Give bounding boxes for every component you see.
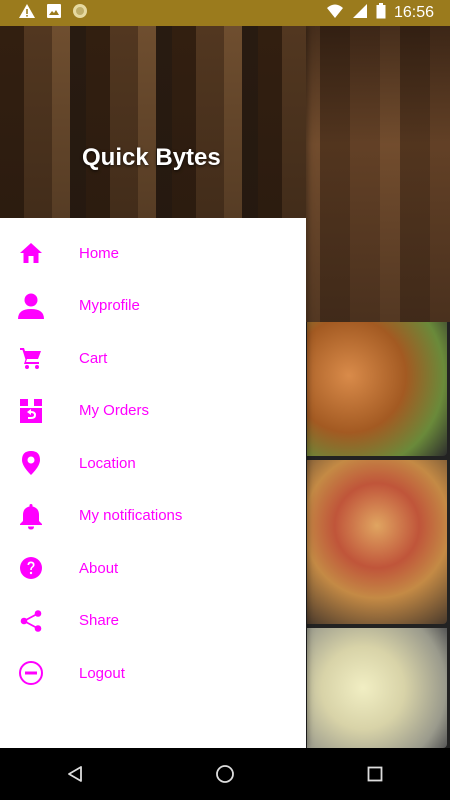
recents-icon[interactable] [355, 754, 395, 794]
clock: 16:56 [393, 4, 434, 21]
menu-item-logout[interactable]: Logout [0, 647, 306, 700]
menu-item-label: My notifications [79, 507, 183, 525]
menu-item-my-notifications[interactable]: My notifications [0, 490, 306, 543]
menu-item-label: Logout [79, 664, 125, 682]
logout-icon [16, 658, 46, 688]
menu-item-myprofile[interactable]: Myprofile [0, 280, 306, 333]
bell-icon [16, 501, 46, 531]
menu-item-cart[interactable]: Cart [0, 332, 306, 385]
menu-item-label: About [79, 559, 119, 577]
cart-icon [16, 343, 46, 373]
menu-item-my-orders[interactable]: My Orders [0, 385, 306, 438]
signal-icon [352, 3, 368, 24]
home-circle-icon[interactable] [205, 754, 245, 794]
status-bar: 16:56 [0, 0, 450, 26]
person-icon [16, 291, 46, 321]
record-icon [72, 3, 88, 24]
drawer-header: Quick Bytes [0, 26, 306, 218]
app-title: Quick Bytes [82, 144, 221, 171]
orders-icon [16, 396, 46, 426]
navigation-drawer: Quick Bytes Home Myprofile Cart My Order… [0, 26, 306, 748]
menu-item-label: Location [79, 454, 136, 472]
system-nav-bar [0, 748, 450, 800]
share-icon [16, 606, 46, 636]
menu-item-label: Home [79, 244, 120, 262]
drawer-menu: Home Myprofile Cart My Orders Location M… [0, 218, 306, 700]
wifi-icon [326, 3, 344, 24]
menu-item-label: My Orders [79, 402, 150, 420]
menu-item-home[interactable]: Home [0, 227, 306, 280]
food-tile[interactable] [307, 460, 447, 624]
location-pin-icon [16, 448, 46, 478]
menu-item-about[interactable]: About [0, 542, 306, 595]
menu-item-label: Share [79, 612, 120, 630]
warning-icon [18, 3, 36, 24]
home-icon [16, 238, 46, 268]
food-tile[interactable] [307, 628, 447, 748]
menu-item-label: Cart [79, 349, 108, 367]
battery-icon [376, 2, 386, 24]
food-tile[interactable] [307, 322, 447, 456]
help-icon [16, 553, 46, 583]
back-icon[interactable] [55, 754, 95, 794]
image-icon [46, 3, 62, 24]
menu-item-location[interactable]: Location [0, 437, 306, 490]
menu-item-label: Myprofile [79, 297, 140, 315]
menu-item-share[interactable]: Share [0, 595, 306, 648]
